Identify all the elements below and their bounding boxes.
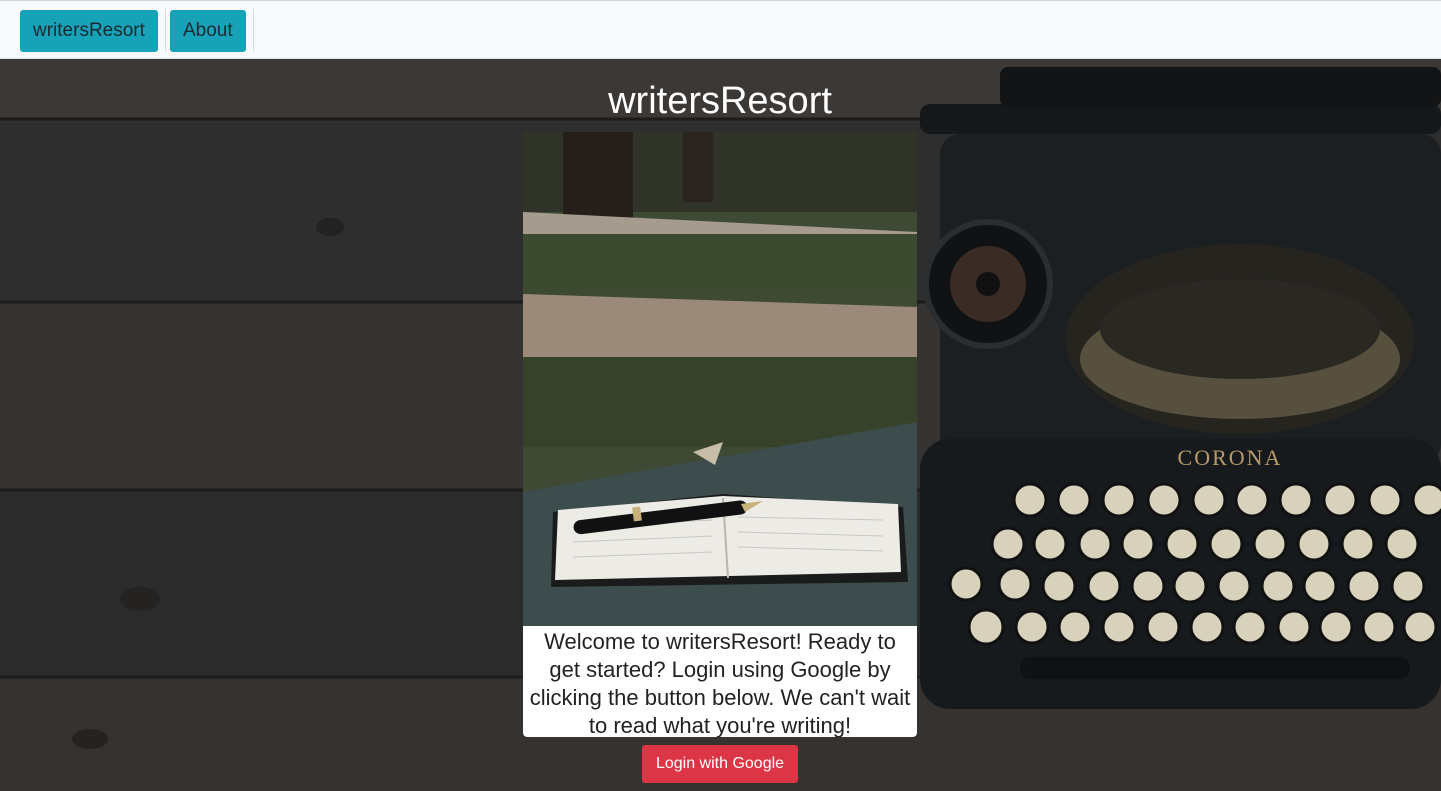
login-with-google-button[interactable]: Login with Google	[642, 745, 798, 783]
welcome-card: Welcome to writersResort! Ready to get s…	[523, 132, 917, 737]
nav-divider	[253, 9, 254, 51]
site-title: writersResort	[608, 80, 832, 122]
navbar: writersResort About	[0, 0, 1441, 59]
typewriter-illustration: CORONA	[920, 67, 1441, 709]
typewriter-brand-text: CORONA	[1178, 445, 1283, 470]
nav-divider	[165, 9, 166, 51]
welcome-text: Welcome to writersResort! Ready to get s…	[523, 626, 917, 737]
brand-button[interactable]: writersResort	[20, 10, 158, 52]
hero-section: CORONA writersResort Welcome to writersR…	[0, 59, 1441, 791]
notebook-photo	[523, 132, 917, 626]
about-button[interactable]: About	[170, 10, 246, 52]
